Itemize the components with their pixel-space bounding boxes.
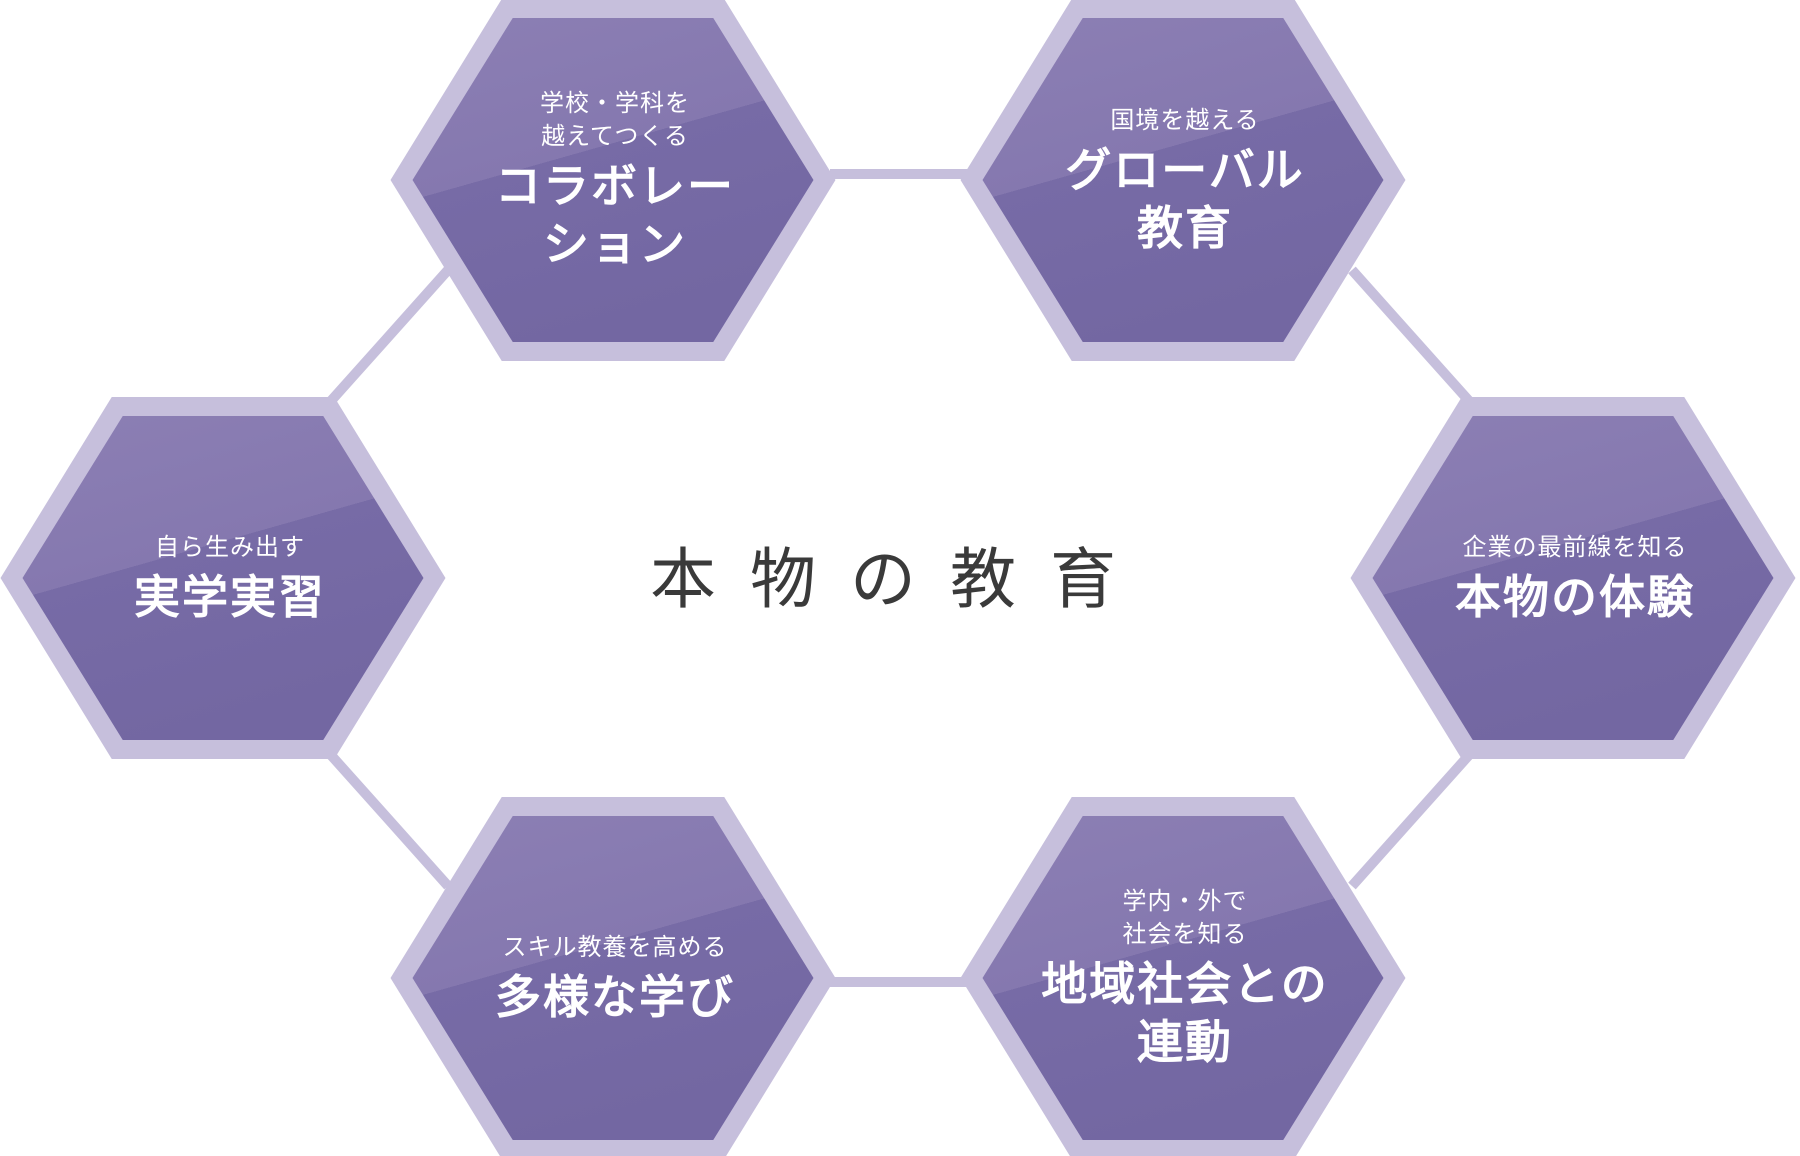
hex-collaboration-title: コラボレー ション bbox=[495, 159, 735, 271]
hex-community-subtitle: 学内・外で 社会を知る bbox=[1122, 887, 1248, 948]
hex-diverse-learning-subtitle: スキル教養を高める bbox=[502, 932, 728, 961]
hex-practical-subtitle: 自ら生み出す bbox=[155, 532, 305, 561]
hex-real-experience-subtitle: 企業の最前線を知る bbox=[1462, 532, 1688, 561]
hex-global-subtitle: 国境を越える bbox=[1110, 105, 1260, 134]
hex-diverse-learning-title: 多様な学び bbox=[495, 969, 735, 1024]
center-title: 本物の教育 bbox=[650, 541, 1150, 618]
hex-community: 学内・外で 社会を知る 地域社会との 連動 bbox=[990, 858, 1380, 1098]
hex-practical: 自ら生み出す 実学実習 bbox=[50, 458, 410, 698]
hex-global-title: グローバル 教育 bbox=[1065, 142, 1305, 255]
hex-practical-title: 実学実習 bbox=[134, 569, 326, 624]
hex-diverse-learning: スキル教養を高める 多様な学び bbox=[430, 858, 800, 1098]
diagram-canvas: 本物の教育 学校・学科を 越えてつくる コラボレー ション 国境を越える グロー… bbox=[0, 0, 1800, 1156]
hex-collaboration-subtitle: 学校・学科を 越えてつくる bbox=[540, 89, 690, 150]
hex-real-experience-title: 本物の体験 bbox=[1455, 569, 1695, 624]
hex-real-experience: 企業の最前線を知る 本物の体験 bbox=[1390, 458, 1760, 698]
hex-global: 国境を越える グローバル 教育 bbox=[1000, 60, 1370, 300]
hex-community-title: 地域社会との 連動 bbox=[1041, 957, 1329, 1069]
hex-collaboration: 学校・学科を 越えてつくる コラボレー ション bbox=[430, 60, 800, 300]
